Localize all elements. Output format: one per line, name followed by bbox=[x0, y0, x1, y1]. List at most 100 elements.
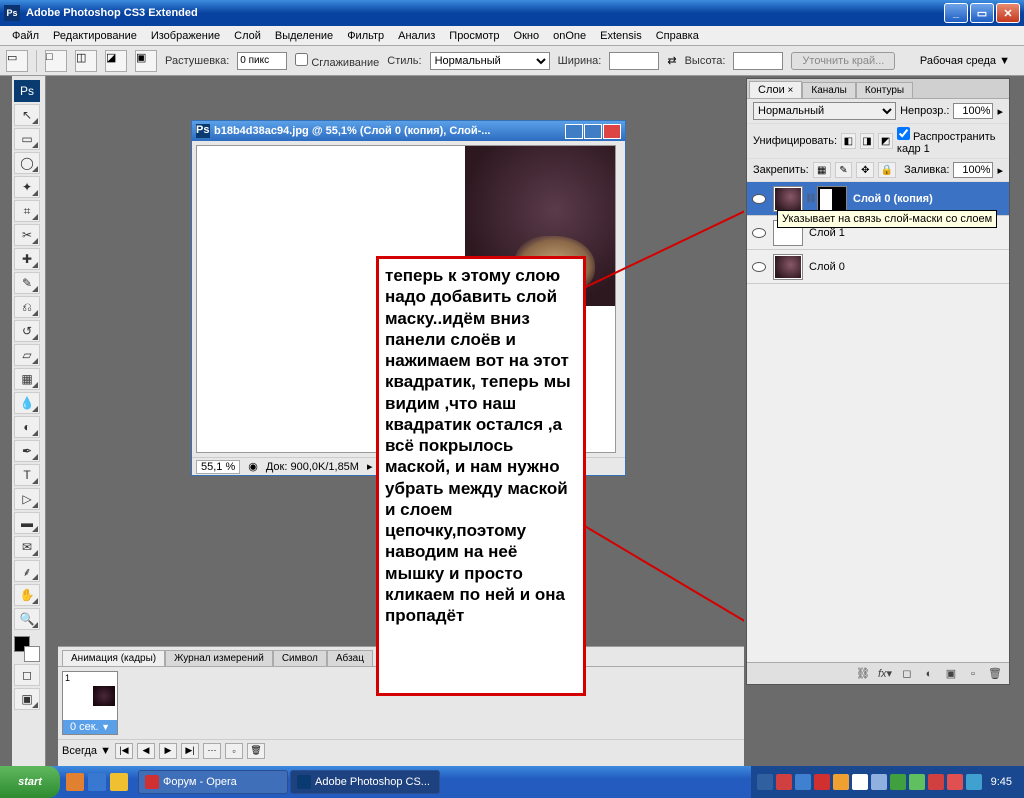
link-layers-icon[interactable]: ⛓ bbox=[853, 666, 873, 682]
healing-tool[interactable]: ✚ bbox=[14, 248, 40, 270]
tray-icon[interactable] bbox=[776, 774, 792, 790]
unify-position-icon[interactable]: ◧ bbox=[841, 133, 856, 149]
new-layer-icon[interactable]: ▫ bbox=[963, 666, 983, 682]
tab-paragraph[interactable]: Абзац bbox=[327, 650, 373, 666]
menu-select[interactable]: Выделение bbox=[269, 28, 339, 44]
selection-subtract-icon[interactable]: ◪ bbox=[105, 50, 127, 72]
refine-edge-button[interactable]: Уточнить край... bbox=[791, 52, 895, 70]
menu-window[interactable]: Окно bbox=[508, 28, 546, 44]
antialias-checkbox[interactable]: Сглаживание bbox=[295, 53, 379, 69]
layer-mask-link-icon[interactable]: ⛓ bbox=[805, 193, 815, 204]
history-brush-tool[interactable]: ↺ bbox=[14, 320, 40, 342]
unify-style-icon[interactable]: ◩ bbox=[878, 133, 893, 149]
minimize-button[interactable]: _ bbox=[944, 3, 968, 23]
layer-name[interactable]: Слой 1 bbox=[805, 227, 1009, 239]
rewind-button[interactable]: |◀ bbox=[115, 743, 133, 759]
menu-help[interactable]: Справка bbox=[650, 28, 705, 44]
crop-tool[interactable]: ⌗ bbox=[14, 200, 40, 222]
layer-visibility-toggle[interactable] bbox=[747, 194, 771, 204]
menu-layer[interactable]: Слой bbox=[228, 28, 267, 44]
menu-extensis[interactable]: Extensis bbox=[594, 28, 648, 44]
tray-volume-icon[interactable] bbox=[871, 774, 887, 790]
menu-analysis[interactable]: Анализ bbox=[392, 28, 441, 44]
tray-icon[interactable] bbox=[966, 774, 982, 790]
menu-file[interactable]: Файл bbox=[6, 28, 45, 44]
menu-image[interactable]: Изображение bbox=[145, 28, 226, 44]
left-dock-strip[interactable] bbox=[0, 76, 12, 766]
screenmode-toggle[interactable]: ▣ bbox=[14, 688, 40, 710]
tray-icon[interactable] bbox=[890, 774, 906, 790]
workspace-switcher[interactable]: Рабочая среда ▼ bbox=[912, 53, 1018, 69]
animation-frame[interactable]: 1 0 сек. ▼ bbox=[62, 671, 118, 735]
tray-icon[interactable] bbox=[814, 774, 830, 790]
opacity-input[interactable] bbox=[953, 103, 993, 119]
layer-visibility-toggle[interactable] bbox=[747, 228, 771, 238]
unify-visibility-icon[interactable]: ◨ bbox=[860, 133, 875, 149]
menu-filter[interactable]: Фильтр bbox=[341, 28, 390, 44]
doc-minimize-button[interactable] bbox=[565, 124, 583, 139]
height-input[interactable] bbox=[733, 52, 783, 70]
frame-delay[interactable]: 0 сек. ▼ bbox=[63, 720, 117, 734]
adjustment-layer-icon[interactable]: ◐ bbox=[919, 666, 939, 682]
menu-view[interactable]: Просмотр bbox=[443, 28, 505, 44]
taskbar-task-photoshop[interactable]: Adobe Photoshop CS... bbox=[290, 770, 440, 794]
photoshop-icon[interactable]: Ps bbox=[14, 80, 40, 102]
zoom-level[interactable]: 55,1 % bbox=[196, 460, 240, 474]
layer-thumbnail[interactable] bbox=[773, 186, 803, 212]
color-swatches[interactable] bbox=[14, 636, 40, 662]
tray-icon[interactable] bbox=[928, 774, 944, 790]
start-button[interactable]: start bbox=[0, 766, 60, 798]
lasso-tool[interactable]: ◯ bbox=[14, 152, 40, 174]
loop-selector[interactable]: Всегда ▼ bbox=[62, 745, 111, 757]
eraser-tool[interactable]: ▱ bbox=[14, 344, 40, 366]
new-group-icon[interactable]: ▣ bbox=[941, 666, 961, 682]
lock-all-icon[interactable]: 🔒 bbox=[878, 162, 896, 178]
layer-style-icon[interactable]: fx▾ bbox=[875, 666, 895, 682]
document-titlebar[interactable]: Ps b18b4d38ac94.jpg @ 55,1% (Слой 0 (коп… bbox=[192, 121, 625, 141]
tray-icon[interactable] bbox=[757, 774, 773, 790]
shape-tool[interactable]: ▬ bbox=[14, 512, 40, 534]
menu-onone[interactable]: onOne bbox=[547, 28, 592, 44]
new-frame-button[interactable]: ▫ bbox=[225, 743, 243, 759]
layer-name[interactable]: Слой 0 bbox=[805, 261, 1009, 273]
layer-thumbnail[interactable] bbox=[773, 254, 803, 280]
stamp-tool[interactable]: ⎌ bbox=[14, 296, 40, 318]
width-input[interactable] bbox=[609, 52, 659, 70]
tab-animation[interactable]: Анимация (кадры) bbox=[62, 650, 165, 666]
pen-tool[interactable]: ✒ bbox=[14, 440, 40, 462]
layer-row[interactable]: Слой 1 Указывает на связь слой-маски со … bbox=[747, 216, 1009, 250]
tab-channels[interactable]: Каналы bbox=[802, 82, 856, 98]
add-mask-icon[interactable]: ◻ bbox=[897, 666, 917, 682]
selection-new-icon[interactable]: □ bbox=[45, 50, 67, 72]
lock-transparency-icon[interactable]: ▦ bbox=[813, 162, 831, 178]
delete-layer-icon[interactable]: 🗑 bbox=[985, 666, 1005, 682]
delete-frame-button[interactable]: 🗑 bbox=[247, 743, 265, 759]
brush-tool[interactable]: ✎ bbox=[14, 272, 40, 294]
selection-add-icon[interactable]: ◫ bbox=[75, 50, 97, 72]
dodge-tool[interactable]: ◐ bbox=[14, 416, 40, 438]
tab-paths[interactable]: Контуры bbox=[856, 82, 913, 98]
close-button[interactable]: ✕ bbox=[996, 3, 1020, 23]
tray-icon[interactable] bbox=[947, 774, 963, 790]
quicklaunch-icon[interactable] bbox=[66, 773, 84, 791]
layer-row[interactable]: Слой 0 bbox=[747, 250, 1009, 284]
layer-visibility-toggle[interactable] bbox=[747, 262, 771, 272]
layer-mask-thumbnail[interactable] bbox=[817, 186, 847, 212]
maximize-button[interactable]: ▭ bbox=[970, 3, 994, 23]
tray-icon[interactable] bbox=[795, 774, 811, 790]
tray-icon[interactable] bbox=[852, 774, 868, 790]
doc-maximize-button[interactable] bbox=[584, 124, 602, 139]
gradient-tool[interactable]: ▦ bbox=[14, 368, 40, 390]
hand-tool[interactable]: ✋ bbox=[14, 584, 40, 606]
marquee-tool-icon[interactable]: ▭ bbox=[6, 50, 28, 72]
eyedropper-tool[interactable]: ⸙ bbox=[14, 560, 40, 582]
zoom-tool[interactable]: 🔍 bbox=[14, 608, 40, 630]
blend-mode-select[interactable]: Нормальный bbox=[753, 102, 896, 120]
blur-tool[interactable]: 💧 bbox=[14, 392, 40, 414]
right-dock-strip[interactable] bbox=[1012, 76, 1024, 766]
zoom-stepper-icon[interactable]: ◉ bbox=[248, 460, 258, 473]
selection-intersect-icon[interactable]: ▣ bbox=[135, 50, 157, 72]
marquee-tool[interactable]: ▭ bbox=[14, 128, 40, 150]
tween-button[interactable]: ⋯ bbox=[203, 743, 221, 759]
taskbar-task-opera[interactable]: Форум - Opera bbox=[138, 770, 288, 794]
